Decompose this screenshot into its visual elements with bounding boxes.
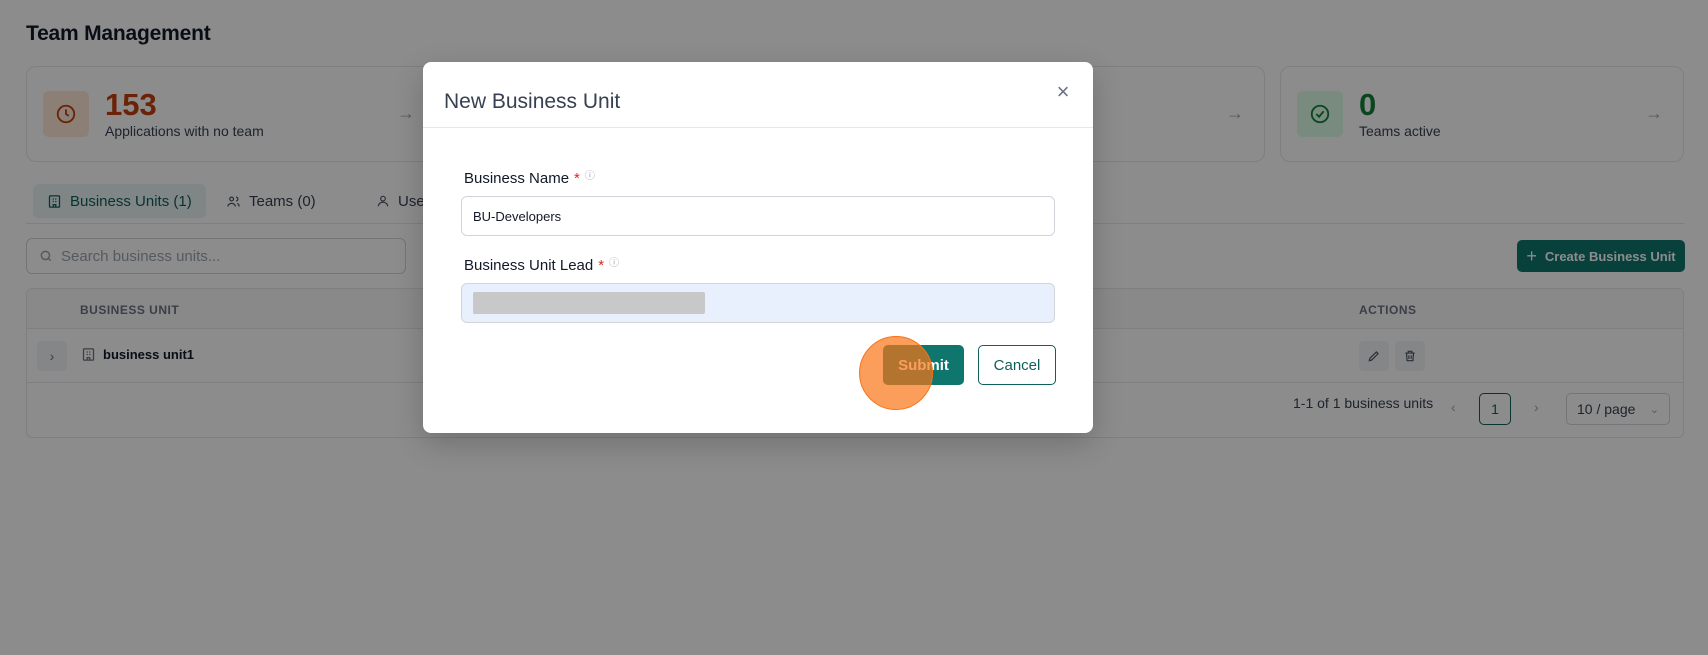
close-icon: ×: [1056, 79, 1070, 104]
business-name-input[interactable]: BU-Developers: [461, 196, 1055, 236]
info-icon: ⓘ: [609, 258, 620, 269]
business-unit-lead-select[interactable]: [461, 283, 1055, 323]
redacted-value: [473, 292, 705, 314]
modal-header: New Business Unit ×: [423, 62, 1093, 128]
business-name-label: Business Name * ⓘ: [464, 170, 595, 187]
cancel-button[interactable]: Cancel: [978, 345, 1056, 385]
modal-title: New Business Unit: [444, 90, 621, 113]
info-icon: ⓘ: [584, 171, 595, 182]
business-name-label-text: Business Name: [464, 170, 570, 187]
new-business-unit-dialog: New Business Unit × Business Name * ⓘ BU…: [423, 62, 1093, 433]
submit-button[interactable]: Submit: [883, 345, 964, 385]
business-unit-lead-label: Business Unit Lead * ⓘ: [464, 257, 619, 274]
required-mark: *: [598, 257, 605, 274]
business-name-value: BU-Developers: [473, 208, 562, 224]
business-unit-lead-label-text: Business Unit Lead: [464, 257, 594, 274]
close-button[interactable]: ×: [1051, 79, 1075, 104]
required-mark: *: [574, 170, 580, 187]
